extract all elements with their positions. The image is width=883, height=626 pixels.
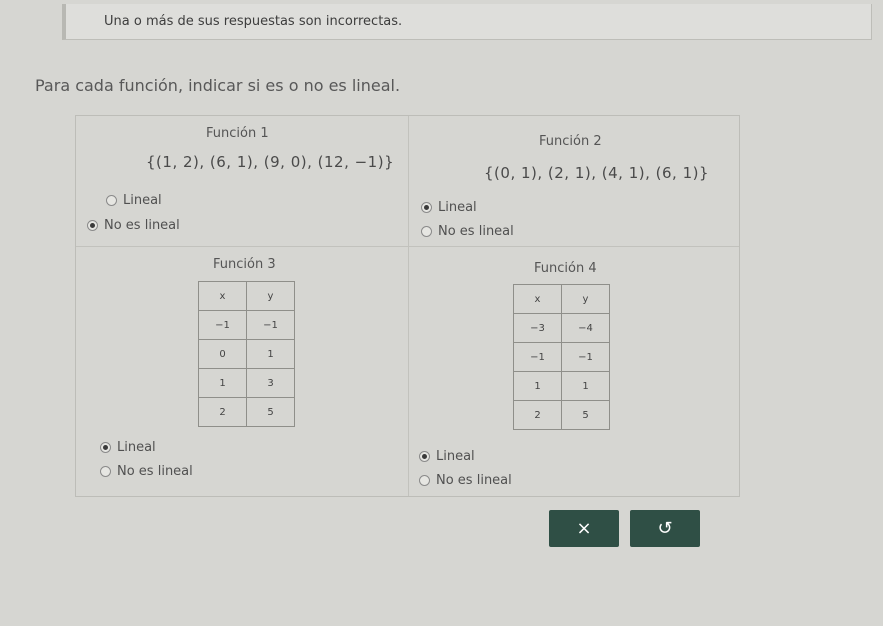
table-cell: −1 (198, 310, 247, 340)
feedback-banner: Una o más de sus respuestas son incorrec… (62, 4, 872, 40)
function-4-option-lineal[interactable]: Lineal (419, 449, 475, 464)
option-label: Lineal (123, 193, 162, 208)
table-row: −1 −1 (513, 342, 610, 372)
radio-icon[interactable] (419, 475, 430, 486)
function-4-cell: Función 4 x y −3 −4 −1 −1 1 1 2 5 Lineal… (409, 247, 739, 496)
option-label: No es lineal (436, 473, 512, 488)
instruction-text: Para cada función, indicar si es o no es… (35, 76, 401, 95)
table-cell: 5 (246, 397, 295, 427)
option-label: No es lineal (104, 218, 180, 233)
table-cell: 1 (246, 339, 295, 369)
table-cell: −3 (513, 313, 562, 343)
function-3-title: Función 3 (213, 257, 276, 272)
table-cell: 1 (513, 371, 562, 401)
option-label: Lineal (438, 200, 477, 215)
function-4-option-no-lineal[interactable]: No es lineal (419, 473, 512, 488)
table-header-x: x (198, 281, 247, 311)
table-row: 1 1 (513, 371, 610, 401)
clear-button[interactable]: × (549, 510, 619, 547)
function-2-title: Función 2 (539, 134, 602, 149)
table-header-row: x y (198, 281, 295, 311)
function-1-set: {(1, 2), (6, 1), (9, 0), (12, −1)} (146, 153, 395, 171)
table-row: −1 −1 (198, 310, 295, 340)
function-3-cell: Función 3 x y −1 −1 0 1 1 3 2 5 Lineal N… (76, 247, 408, 496)
radio-selected-icon[interactable] (421, 202, 432, 213)
function-2-option-no-lineal[interactable]: No es lineal (421, 224, 514, 239)
option-label: Lineal (436, 449, 475, 464)
radio-selected-icon[interactable] (100, 442, 111, 453)
option-label: Lineal (117, 440, 156, 455)
function-1-title: Función 1 (206, 126, 269, 141)
function-4-table: x y −3 −4 −1 −1 1 1 2 5 (513, 284, 610, 430)
functions-grid: Función 1 {(1, 2), (6, 1), (9, 0), (12, … (75, 115, 740, 497)
table-cell: 2 (198, 397, 247, 427)
function-2-cell: Función 2 {(0, 1), (2, 1), (4, 1), (6, 1… (409, 116, 739, 246)
table-header-row: x y (513, 284, 610, 314)
function-3-option-lineal[interactable]: Lineal (100, 440, 156, 455)
radio-icon[interactable] (106, 195, 117, 206)
radio-selected-icon[interactable] (419, 451, 430, 462)
table-cell: 1 (561, 371, 610, 401)
function-3-option-no-lineal[interactable]: No es lineal (100, 464, 193, 479)
table-header-x: x (513, 284, 562, 314)
table-cell: −1 (513, 342, 562, 372)
undo-icon: ↺ (657, 518, 673, 539)
feedback-message: Una o más de sus respuestas son incorrec… (104, 14, 403, 29)
function-2-set: {(0, 1), (2, 1), (4, 1), (6, 1)} (484, 164, 710, 182)
table-row: 1 3 (198, 368, 295, 398)
table-header-y: y (246, 281, 295, 311)
table-cell: −1 (561, 342, 610, 372)
table-cell: 0 (198, 339, 247, 369)
option-label: No es lineal (438, 224, 514, 239)
undo-button[interactable]: ↺ (630, 510, 700, 547)
close-icon: × (576, 518, 592, 539)
function-2-option-lineal[interactable]: Lineal (421, 200, 477, 215)
radio-selected-icon[interactable] (87, 220, 98, 231)
function-3-table: x y −1 −1 0 1 1 3 2 5 (198, 281, 295, 427)
function-4-title: Función 4 (534, 261, 597, 276)
radio-icon[interactable] (100, 466, 111, 477)
table-cell: −1 (246, 310, 295, 340)
function-1-cell: Función 1 {(1, 2), (6, 1), (9, 0), (12, … (76, 116, 408, 246)
option-label: No es lineal (117, 464, 193, 479)
table-cell: 2 (513, 400, 562, 430)
table-cell: −4 (561, 313, 610, 343)
function-1-option-no-lineal[interactable]: No es lineal (87, 218, 180, 233)
table-row: 0 1 (198, 339, 295, 369)
table-row: 2 5 (513, 400, 610, 430)
table-header-y: y (561, 284, 610, 314)
table-cell: 3 (246, 368, 295, 398)
table-cell: 1 (198, 368, 247, 398)
radio-icon[interactable] (421, 226, 432, 237)
table-row: 2 5 (198, 397, 295, 427)
table-row: −3 −4 (513, 313, 610, 343)
function-1-option-lineal[interactable]: Lineal (106, 193, 162, 208)
table-cell: 5 (561, 400, 610, 430)
